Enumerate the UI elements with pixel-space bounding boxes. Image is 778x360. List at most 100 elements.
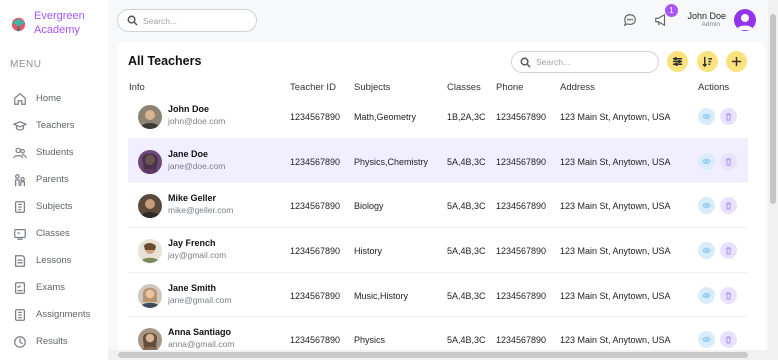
sidebar-item-assignments[interactable]: Assignments: [0, 301, 108, 328]
teacher-name: Mike Geller: [168, 193, 217, 204]
sidebar-item-home[interactable]: Home: [0, 85, 108, 112]
sidebar-item-students[interactable]: Students: [0, 139, 108, 166]
teacher-email: mike@geller.com: [168, 205, 234, 216]
sidebar-item-label: Results: [36, 336, 68, 347]
sidebar-item-label: Parents: [36, 174, 69, 185]
horizontal-scrollbar-thumb[interactable]: [118, 352, 748, 358]
teacher-name: Jay French: [168, 238, 216, 249]
view-button[interactable]: [698, 197, 715, 215]
delete-button[interactable]: [720, 108, 737, 125]
sidebar-nav: Home Teachers Students Parents Subjects …: [0, 85, 108, 355]
table-search-input[interactable]: [536, 57, 636, 67]
table-row[interactable]: Jane Doe jane@doe.com 1234567890 Physics…: [128, 138, 748, 184]
sidebar-item-label: Teachers: [36, 120, 75, 131]
table-row[interactable]: Jay French jay@gmail.com 1234567890 Hist…: [128, 228, 748, 273]
teacher-avatar: [138, 149, 162, 174]
sidebar-item-parents[interactable]: Parents: [0, 166, 108, 193]
teacher-id: 1234567890: [290, 246, 341, 257]
trash-icon: [725, 202, 732, 211]
eye-icon: [702, 247, 711, 254]
trash-icon: [725, 113, 732, 121]
teacher-phone: 1234567890: [496, 156, 547, 167]
filter-button[interactable]: [667, 51, 688, 72]
teachers-card: All Teachers Info Teacher ID Subjects Cl…: [118, 42, 766, 354]
user-role: Admin: [701, 21, 720, 28]
delete-button[interactable]: [720, 286, 737, 304]
sidebar-item-label: Subjects: [36, 201, 73, 212]
add-teacher-button[interactable]: [726, 51, 747, 72]
teacher-email: jay@gmail.com: [168, 250, 227, 261]
view-button[interactable]: [698, 286, 715, 304]
column-header-subjects: Subjects: [354, 82, 391, 93]
table-row[interactable]: John Doe john@doe.com 1234567890 Math,Ge…: [128, 94, 748, 139]
delete-button[interactable]: [720, 242, 737, 260]
teacher-address: 123 Main St, Anytown, USA: [560, 112, 671, 122]
teacher-address: 123 Main St, Anytown, USA: [560, 201, 671, 212]
teacher-avatar: [138, 283, 162, 308]
notification-badge: 1: [665, 4, 678, 17]
sort-icon: [702, 56, 713, 67]
menu-title: MENU: [10, 59, 42, 70]
sidebar-item-lessons[interactable]: Lessons: [0, 247, 108, 274]
eye-icon: [702, 337, 711, 343]
teacher-avatar: [138, 328, 162, 353]
teacher-name: John Doe: [168, 104, 210, 114]
horizontal-scrollbar[interactable]: [108, 350, 768, 360]
teacher-id: 1234567890: [290, 290, 341, 301]
delete-button[interactable]: [720, 152, 737, 170]
trash-icon: [725, 157, 732, 166]
teacher-subjects: Math,Geometry: [354, 112, 417, 122]
top-search-box[interactable]: [117, 9, 257, 32]
announcement-icon[interactable]: [654, 13, 668, 27]
teacher-email: jane@gmail.com: [168, 294, 232, 305]
teacher-email: john@doe.com: [168, 116, 226, 126]
table-row[interactable]: Mike Geller mike@geller.com 1234567890 B…: [128, 183, 748, 229]
brand-name: Evergreen Academy: [34, 10, 85, 36]
vertical-scrollbar-thumb[interactable]: [770, 14, 776, 204]
table-row[interactable]: Anna Santiago anna@gmail.com 1234567890 …: [128, 317, 748, 354]
sidebar-item-exams[interactable]: Exams: [0, 274, 108, 301]
column-header-address: Address: [560, 82, 595, 93]
view-button[interactable]: [698, 108, 715, 125]
sidebar-item-label: Assignments: [36, 309, 91, 320]
sort-button[interactable]: [697, 51, 718, 72]
user-avatar[interactable]: [734, 9, 756, 31]
trash-icon: [725, 247, 732, 255]
teacher-classes: 5A,4B,3C: [447, 156, 486, 167]
teacher-avatar: [138, 105, 162, 129]
sidebar-item-classes[interactable]: Classes: [0, 220, 108, 247]
view-button[interactable]: [698, 242, 715, 260]
teacher-avatar: [138, 194, 162, 219]
results-icon: [14, 335, 26, 348]
teacher-phone: 1234567890: [496, 246, 547, 257]
vertical-scrollbar[interactable]: [768, 0, 778, 360]
table-search-box[interactable]: [511, 51, 659, 73]
table-row[interactable]: Jane Smith jane@gmail.com 1234567890 Mus…: [128, 273, 748, 318]
teachers-table: John Doe john@doe.com 1234567890 Math,Ge…: [128, 94, 748, 354]
trash-icon: [725, 291, 732, 300]
search-icon: [127, 15, 138, 26]
teacher-subjects: Physics: [354, 335, 386, 346]
delete-button[interactable]: [720, 197, 737, 215]
view-button[interactable]: [698, 152, 715, 170]
brand[interactable]: Evergreen Academy: [9, 9, 104, 37]
column-header-info: Info: [129, 82, 145, 93]
sidebar-item-results[interactable]: Results: [0, 328, 108, 355]
view-button[interactable]: [698, 331, 715, 349]
teacher-address: 123 Main St, Anytown, USA: [560, 290, 671, 301]
delete-button[interactable]: [720, 331, 737, 349]
assignment-icon: [15, 308, 25, 321]
teacher-subjects: History: [354, 246, 383, 257]
home-icon: [14, 92, 26, 105]
sidebar-item-subjects[interactable]: Subjects: [0, 193, 108, 220]
top-search-input[interactable]: [143, 15, 243, 26]
teacher-classes: 5A,4B,3C: [447, 246, 486, 257]
sidebar-item-label: Exams: [36, 282, 66, 293]
sidebar-item-teachers[interactable]: Teachers: [0, 112, 108, 139]
sidebar: Evergreen Academy MENU Home Teachers Stu…: [0, 0, 108, 360]
teacher-classes: 5A,4B,3C: [447, 290, 486, 301]
sidebar-item-label: Classes: [36, 228, 70, 239]
message-icon[interactable]: [623, 13, 637, 27]
page-title: All Teachers: [128, 54, 202, 68]
column-header-classes: Classes: [447, 82, 481, 93]
